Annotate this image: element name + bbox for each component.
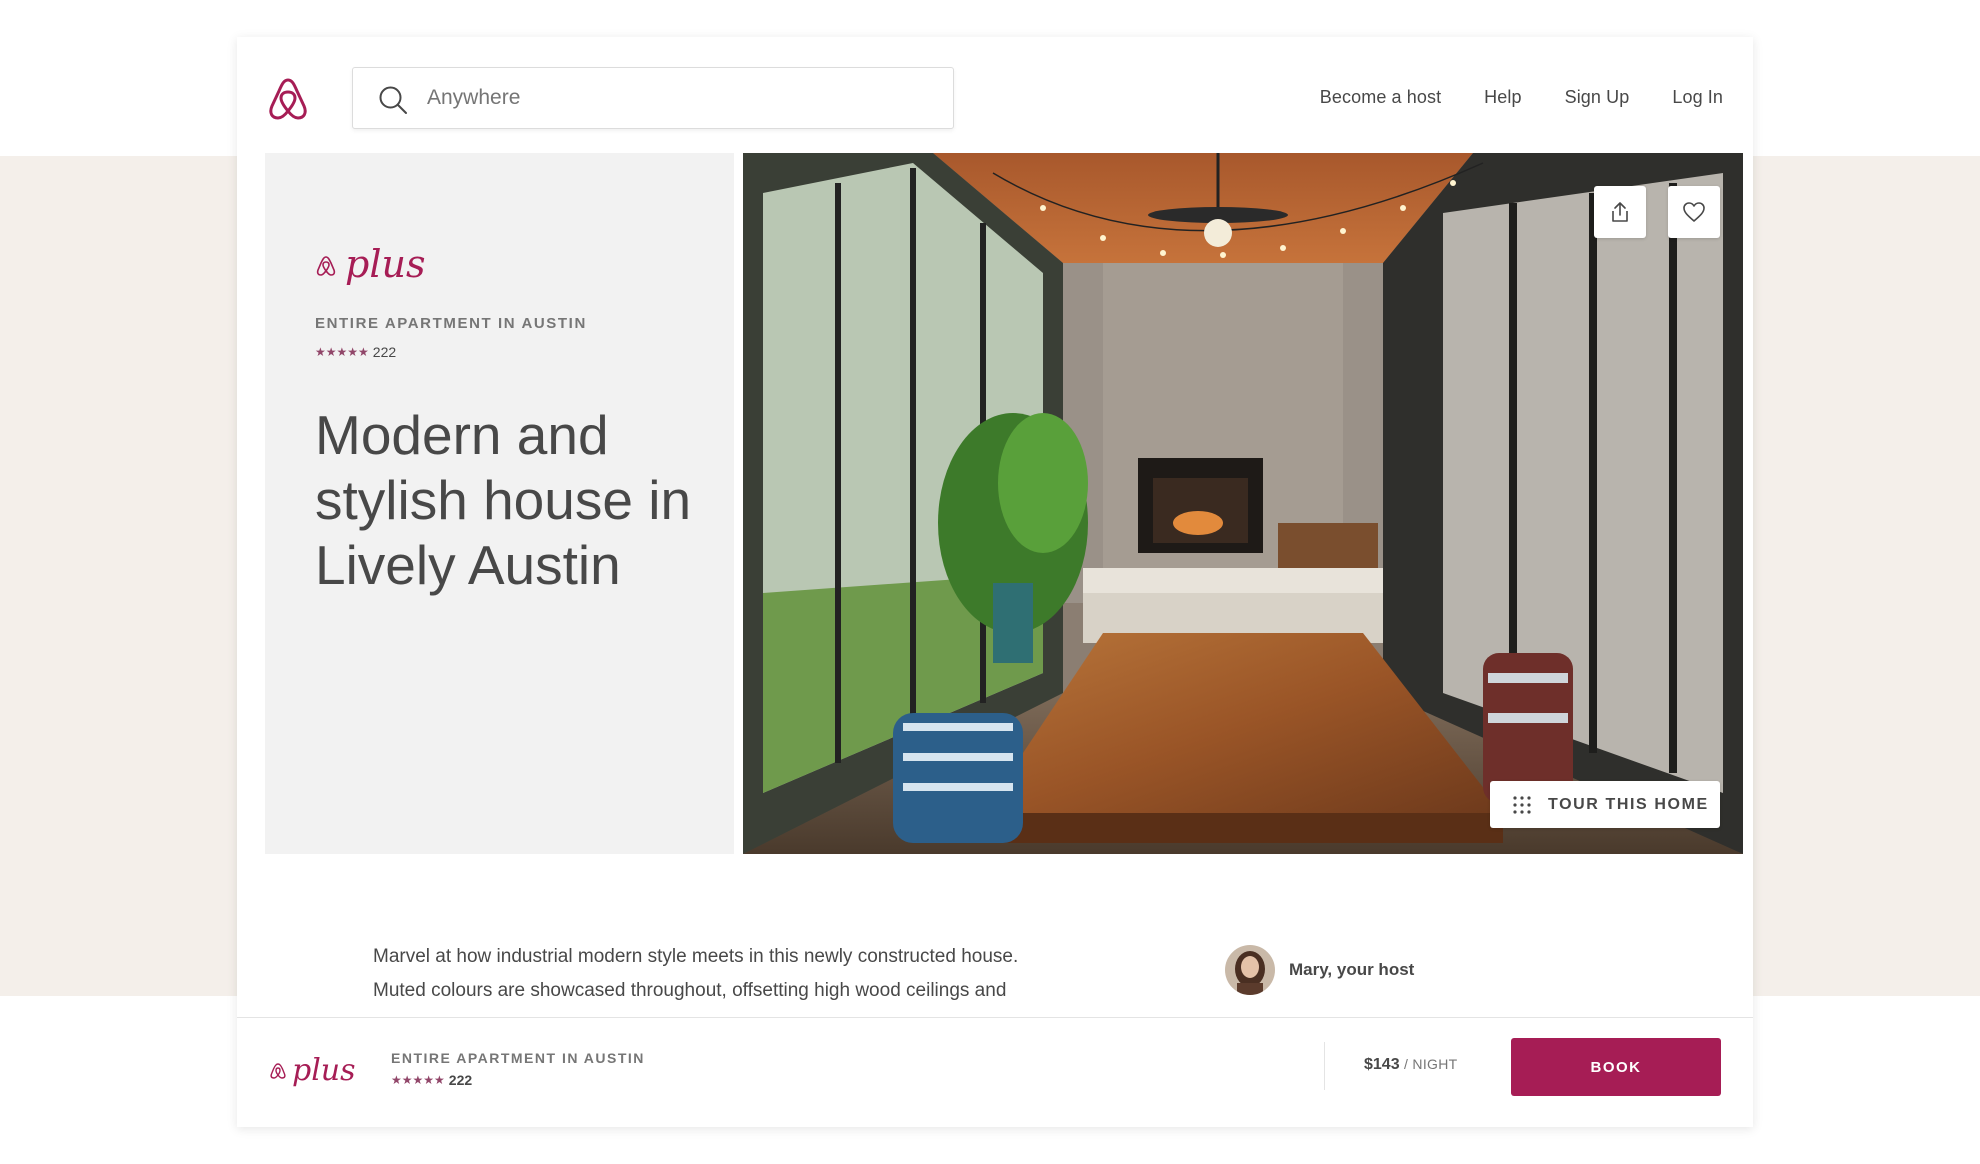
heart-icon xyxy=(1683,202,1705,222)
top-nav: Become a host Help Sign Up Log In xyxy=(1277,87,1723,108)
book-button[interactable]: BOOK xyxy=(1511,1038,1721,1096)
log-in-link[interactable]: Log In xyxy=(1672,87,1723,108)
booking-review-count: 222 xyxy=(448,1072,473,1088)
svg-text:plus: plus xyxy=(292,1053,356,1088)
airbnb-plus-logo: plus xyxy=(316,242,425,286)
listing-title: Modern and stylish house in Lively Austi… xyxy=(315,404,692,596)
listing-card: Become a host Help Sign Up Log In plus E… xyxy=(237,37,1753,1127)
host-info[interactable]: Mary, your host xyxy=(1225,945,1414,995)
host-avatar[interactable] xyxy=(1225,945,1275,995)
share-button[interactable] xyxy=(1594,186,1646,238)
search-icon xyxy=(379,86,407,114)
booking-rating[interactable]: ★★★★★ 222 xyxy=(391,1072,472,1088)
airbnb-logo-icon[interactable] xyxy=(267,77,309,121)
listing-photo-illustration xyxy=(743,153,1743,854)
listing-type: ENTIRE APARTMENT IN AUSTIN xyxy=(315,315,587,332)
booking-bar: plus ENTIRE APARTMENT IN AUSTIN ★★★★★ 22… xyxy=(237,1017,1753,1127)
booking-divider xyxy=(1324,1042,1325,1090)
booking-listing-type: ENTIRE APARTMENT IN AUSTIN xyxy=(391,1050,645,1066)
review-count: 222 xyxy=(372,344,397,360)
share-icon xyxy=(1612,202,1628,222)
sign-up-link[interactable]: Sign Up xyxy=(1565,87,1630,108)
host-avatar-image xyxy=(1225,945,1275,995)
hero-info-panel: plus ENTIRE APARTMENT IN AUSTIN ★★★★★ 22… xyxy=(265,153,734,854)
nightly-price: $143 / NIGHT xyxy=(1364,1056,1457,1074)
search-input[interactable] xyxy=(427,78,927,118)
svg-text:plus: plus xyxy=(345,242,425,286)
tour-home-button[interactable]: TOUR THIS HOME xyxy=(1490,781,1720,828)
top-header: Become a host Help Sign Up Log In xyxy=(237,37,1753,153)
host-label: Mary, your host xyxy=(1289,960,1415,979)
grid-dots-icon xyxy=(1513,795,1531,814)
help-link[interactable]: Help xyxy=(1484,87,1521,108)
price-unit: / NIGHT xyxy=(1404,1056,1458,1072)
save-button[interactable] xyxy=(1668,186,1720,238)
become-host-link[interactable]: Become a host xyxy=(1320,87,1441,108)
price-amount: $143 xyxy=(1364,1056,1400,1073)
booking-rating-stars: ★★★★★ xyxy=(391,1073,445,1087)
listing-rating[interactable]: ★★★★★ 222 xyxy=(315,344,396,360)
airbnb-plus-logo: plus xyxy=(270,1053,356,1088)
search-box[interactable] xyxy=(352,67,954,129)
rating-stars: ★★★★★ xyxy=(315,345,369,359)
tour-home-label: TOUR THIS HOME xyxy=(1548,795,1709,813)
listing-description: Marvel at how industrial modern style me… xyxy=(373,946,1019,1001)
hero-photo[interactable]: TOUR THIS HOME xyxy=(743,153,1743,854)
